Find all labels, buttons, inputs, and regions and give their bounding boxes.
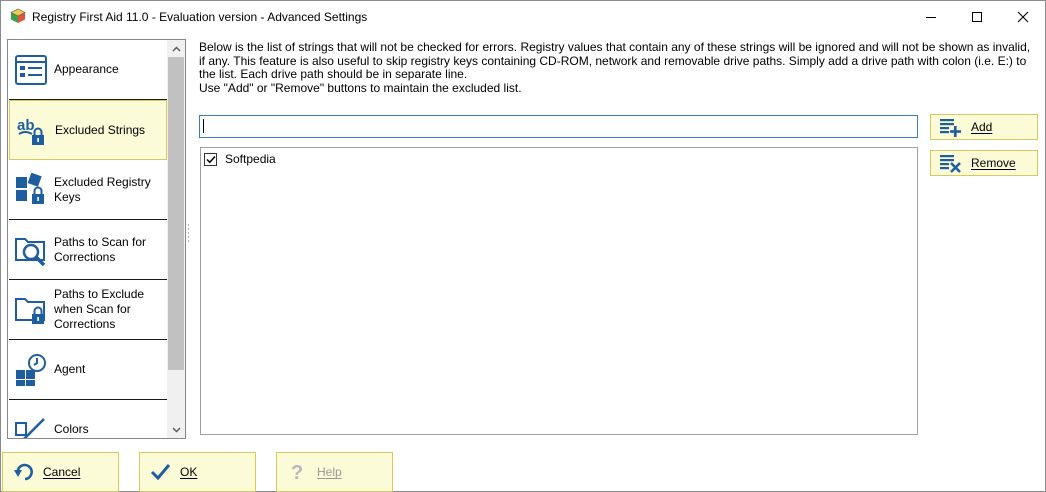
remove-button[interactable]: Remove <box>930 150 1038 176</box>
ab-lock-icon: ab <box>17 117 44 145</box>
splitter-grip[interactable] <box>187 223 190 245</box>
remove-button-label: Remove <box>971 156 1016 170</box>
cancel-button-label: Cancel <box>43 465 81 479</box>
cube-app-icon <box>10 8 26 23</box>
help-button[interactable]: ? Help <box>276 452 393 492</box>
cancel-button[interactable]: Cancel <box>2 452 119 492</box>
blocks-clock-icon <box>16 354 46 386</box>
scroll-up-button[interactable] <box>167 40 185 57</box>
appearance-window-icon <box>15 55 47 85</box>
registry-blocks-lock-icon <box>16 173 44 204</box>
sidebar-item-label: Excluded Registry Keys <box>54 174 151 204</box>
text-caret <box>203 119 204 133</box>
description-text: Below is the list of strings that will n… <box>199 40 1039 95</box>
sidebar-item-appearance[interactable]: Appearance <box>9 40 167 100</box>
add-button-label: Add <box>971 120 993 134</box>
window-title: Registry First Aid 11.0 - Evaluation ver… <box>32 10 368 24</box>
question-mark-icon: ? <box>291 462 303 482</box>
maximize-icon <box>972 11 982 22</box>
sidebar-item-label: Paths to Exclude when Scan for Correctio… <box>54 287 145 331</box>
checkmark-icon <box>205 155 216 163</box>
close-button[interactable] <box>1000 1 1046 32</box>
sidebar-item-paths-to-scan[interactable]: Paths to Scan for Corrections <box>9 220 167 280</box>
svg-text:?: ? <box>291 462 303 482</box>
sidebar-item-agent[interactable]: Agent <box>9 340 167 400</box>
add-button[interactable]: Add <box>930 114 1038 140</box>
ok-button-label: OK <box>180 465 198 479</box>
chevron-down-icon <box>172 427 180 432</box>
sidebar-item-label: Paths to Scan for Corrections <box>54 234 147 264</box>
list-item[interactable]: Softpedia <box>204 151 276 167</box>
scroll-thumb[interactable] <box>168 57 184 370</box>
undo-arrow-icon <box>14 463 33 481</box>
sidebar-item-label: Appearance <box>54 62 119 76</box>
sidebar-item-label: Colors <box>54 422 89 436</box>
excluded-string-input[interactable] <box>199 115 918 138</box>
minimize-icon <box>926 16 936 18</box>
sidebar-item-excluded-registry-keys[interactable]: Excluded Registry Keys <box>9 160 167 220</box>
minimize-button[interactable] <box>908 1 954 32</box>
checkmark-icon <box>150 464 170 481</box>
sidebar-item-paths-to-exclude[interactable]: Paths to Exclude when Scan for Correctio… <box>9 280 167 340</box>
title-bar: Registry First Aid 11.0 - Evaluation ver… <box>1 1 1045 32</box>
remove-list-icon <box>940 155 961 173</box>
sidebar-item-excluded-strings[interactable]: ab Excluded Strings <box>9 100 167 160</box>
list-item-checkbox[interactable] <box>204 152 217 166</box>
ok-button[interactable]: OK <box>139 452 256 492</box>
sidebar-scrollbar[interactable] <box>167 40 185 438</box>
list-item-label: Softpedia <box>225 152 276 166</box>
advanced-settings-window: Registry First Aid 11.0 - Evaluation ver… <box>0 0 1046 492</box>
pen-colors-icon <box>15 418 45 438</box>
sidebar-item-label: Agent <box>54 362 86 376</box>
description-instruction: Use "Add" or "Remove" buttons to maintai… <box>199 80 522 95</box>
close-icon <box>1017 11 1029 22</box>
settings-sidebar: Appearance ab Excluded Strings Excluded <box>7 39 186 439</box>
help-button-label: Help <box>317 465 342 479</box>
sidebar-item-label: Excluded Strings <box>55 122 146 137</box>
sidebar-item-colors[interactable]: Colors <box>9 400 167 438</box>
excluded-strings-list[interactable]: Softpedia <box>200 147 918 435</box>
add-list-icon <box>940 119 961 137</box>
chevron-up-icon <box>172 46 180 51</box>
folder-lock-icon <box>15 298 45 324</box>
maximize-button[interactable] <box>954 1 1000 32</box>
folder-magnifier-icon <box>15 238 46 267</box>
scroll-down-button[interactable] <box>167 421 185 438</box>
description-paragraph: Below is the list of strings that will n… <box>199 40 1031 81</box>
